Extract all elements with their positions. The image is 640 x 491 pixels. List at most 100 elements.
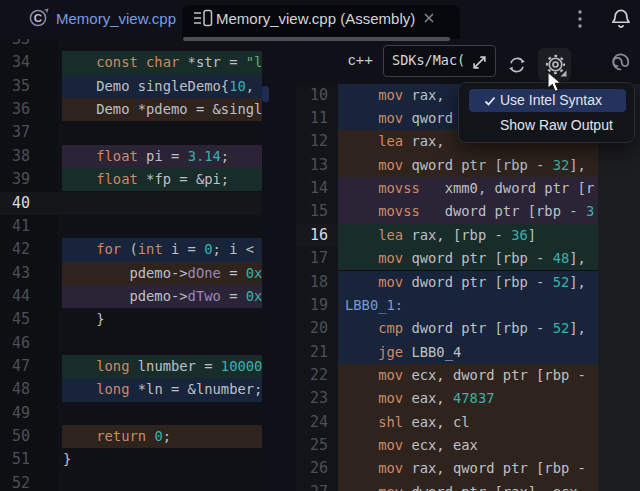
source-line[interactable]: 41 xyxy=(0,215,262,238)
breadcrumb-file[interactable]: Memory_view.cpp xyxy=(56,10,176,27)
source-line[interactable]: 39 float *fp = &pi; xyxy=(0,168,262,191)
assembly-line[interactable]: 21 jge LBB0_4 xyxy=(296,341,598,364)
line-number[interactable]: 49 xyxy=(12,402,30,425)
line-number[interactable]: 41 xyxy=(12,215,30,238)
assembly-line[interactable]: 24 shl eax, cl xyxy=(296,411,598,434)
line-number[interactable]: 40 xyxy=(12,192,30,215)
line-number[interactable]: 44 xyxy=(12,285,30,308)
line-number[interactable]: 45 xyxy=(12,308,30,331)
assembly-line[interactable]: 25 mov ecx, eax xyxy=(296,434,598,457)
line-number[interactable]: 23 xyxy=(310,387,328,410)
source-line[interactable]: 47 long lnumber = 100000 xyxy=(0,355,262,378)
line-number[interactable]: 20 xyxy=(310,317,328,340)
line-number[interactable]: 16 xyxy=(310,224,328,247)
line-number[interactable]: 18 xyxy=(310,271,328,294)
code-text: jge LBB0_4 xyxy=(345,341,461,364)
line-number[interactable]: 25 xyxy=(310,434,328,457)
line-number[interactable]: 36 xyxy=(12,98,30,121)
assembly-line[interactable]: 13 mov qword ptr [rbp - 32], xyxy=(296,154,598,177)
assembly-line[interactable]: 16 lea rax, [rbp - 36] xyxy=(296,224,598,247)
close-icon[interactable] xyxy=(423,12,435,24)
line-number[interactable]: 42 xyxy=(12,238,30,261)
sdk-selector[interactable]: SDKs/Mac( xyxy=(383,45,496,77)
source-line[interactable]: 50 return 0; xyxy=(0,425,262,448)
source-line[interactable]: 35 Demo singleDemo{10, xyxy=(0,75,262,98)
assembly-line[interactable]: 18 mov dword ptr [rbp - 52], xyxy=(296,271,598,294)
line-number[interactable]: 22 xyxy=(310,364,328,387)
line-number[interactable]: 43 xyxy=(12,262,30,285)
menu-item-show-raw-output[interactable]: Show Raw Output xyxy=(469,114,626,137)
app-window: 3334 const char *str = "l35 Demo singleD… xyxy=(0,0,640,491)
code-text: lea rax, xyxy=(345,130,453,153)
source-line[interactable]: 44 pdemo->dTwo = 0x xyxy=(0,285,262,308)
code-text: } xyxy=(63,448,71,471)
assembly-line[interactable]: 15 movss dword ptr [rbp - 3 xyxy=(296,200,598,223)
line-number[interactable]: 27 xyxy=(310,481,328,491)
bell-icon[interactable] xyxy=(608,6,634,32)
source-line[interactable]: 42 for (int i = 0; i < xyxy=(0,238,262,261)
kebab-menu-icon[interactable] xyxy=(575,9,585,29)
source-line[interactable]: 34 const char *str = "l xyxy=(0,51,262,74)
code-text: pdemo->dOne = 0x xyxy=(63,262,262,285)
source-line[interactable]: 49 xyxy=(0,402,262,425)
code-text: mov qword ptr [rbp - 48], xyxy=(345,247,586,270)
line-number[interactable]: 51 xyxy=(12,448,30,471)
line-number[interactable]: 50 xyxy=(12,425,30,448)
code-text: mov qword ptr [rbp - 32], xyxy=(345,154,586,177)
line-number[interactable]: 13 xyxy=(310,154,328,177)
source-scrollbar-mark[interactable] xyxy=(262,86,269,102)
line-number[interactable]: 19 xyxy=(310,294,328,317)
source-line[interactable]: 52 xyxy=(0,472,262,491)
source-line[interactable]: 40 xyxy=(0,192,262,215)
refresh-icon xyxy=(506,54,528,76)
line-number[interactable]: 39 xyxy=(12,168,30,191)
line-number[interactable]: 26 xyxy=(310,457,328,480)
assembly-scrollbar-track[interactable] xyxy=(598,84,640,491)
assembly-line[interactable]: 22 mov ecx, dword ptr [rbp - xyxy=(296,364,598,387)
code-text: mov ecx, eax xyxy=(345,434,478,457)
line-number[interactable]: 15 xyxy=(310,200,328,223)
line-number[interactable]: 10 xyxy=(310,84,328,107)
source-line[interactable]: 36 Demo *pdemo = &singl xyxy=(0,98,262,121)
source-line[interactable]: 45 } xyxy=(0,308,262,331)
line-number[interactable]: 11 xyxy=(310,107,328,130)
line-number[interactable]: 17 xyxy=(310,247,328,270)
line-number[interactable]: 52 xyxy=(12,472,30,491)
source-line[interactable]: 38 float pi = 3.14; xyxy=(0,145,262,168)
refresh-button[interactable] xyxy=(506,54,528,80)
assembly-line[interactable]: 26 mov rax, qword ptr [rbp - xyxy=(296,457,598,480)
code-text: LBB0_1: xyxy=(345,294,403,317)
line-number[interactable]: 37 xyxy=(12,121,30,144)
source-line[interactable]: 46 xyxy=(0,332,262,355)
line-number[interactable]: 48 xyxy=(12,378,30,401)
code-text: mov qword xyxy=(345,107,453,130)
line-number[interactable]: 46 xyxy=(12,332,30,355)
source-line[interactable]: 43 pdemo->dOne = 0x xyxy=(0,262,262,285)
code-text: mov ecx, dword ptr [rbp - xyxy=(345,364,586,387)
code-text: long *ln = &lnumber; xyxy=(63,378,262,401)
source-editor: 3334 const char *str = "l35 Demo singleD… xyxy=(0,39,262,491)
source-line[interactable]: 37 xyxy=(0,121,262,144)
code-text: mov dword ptr [rbp - 52], xyxy=(345,271,586,294)
code-text: pdemo->dTwo = 0x xyxy=(63,285,262,308)
line-number[interactable]: 14 xyxy=(310,177,328,200)
ai-assistant-button[interactable] xyxy=(608,49,634,79)
assembly-line[interactable]: 17 mov qword ptr [rbp - 48], xyxy=(296,247,598,270)
line-number[interactable]: 24 xyxy=(310,411,328,434)
line-number[interactable]: 21 xyxy=(310,341,328,364)
assembly-line[interactable]: 23 mov eax, 47837 xyxy=(296,387,598,410)
line-number[interactable]: 38 xyxy=(12,145,30,168)
assembly-line[interactable]: 20 cmp dword ptr [rbp - 52], xyxy=(296,317,598,340)
line-number[interactable]: 35 xyxy=(12,75,30,98)
assembly-line[interactable]: 19 LBB0_1: xyxy=(296,294,598,317)
line-number[interactable]: 47 xyxy=(12,355,30,378)
expand-icon xyxy=(470,53,489,72)
source-line[interactable]: 48 long *ln = &lnumber; xyxy=(0,378,262,401)
tab-bar: C Memory_view.cpp Memory_view.cpp (Assem… xyxy=(0,0,640,39)
assembly-line[interactable]: 14 movss xmm0, dword ptr [r xyxy=(296,177,598,200)
line-number[interactable]: 34 xyxy=(12,51,30,74)
line-number[interactable]: 33 xyxy=(12,39,30,51)
assembly-line[interactable]: 27 mov dword ptr [rax], ecx xyxy=(296,481,598,491)
line-number[interactable]: 12 xyxy=(310,130,328,153)
source-line[interactable]: 51} xyxy=(0,448,262,471)
